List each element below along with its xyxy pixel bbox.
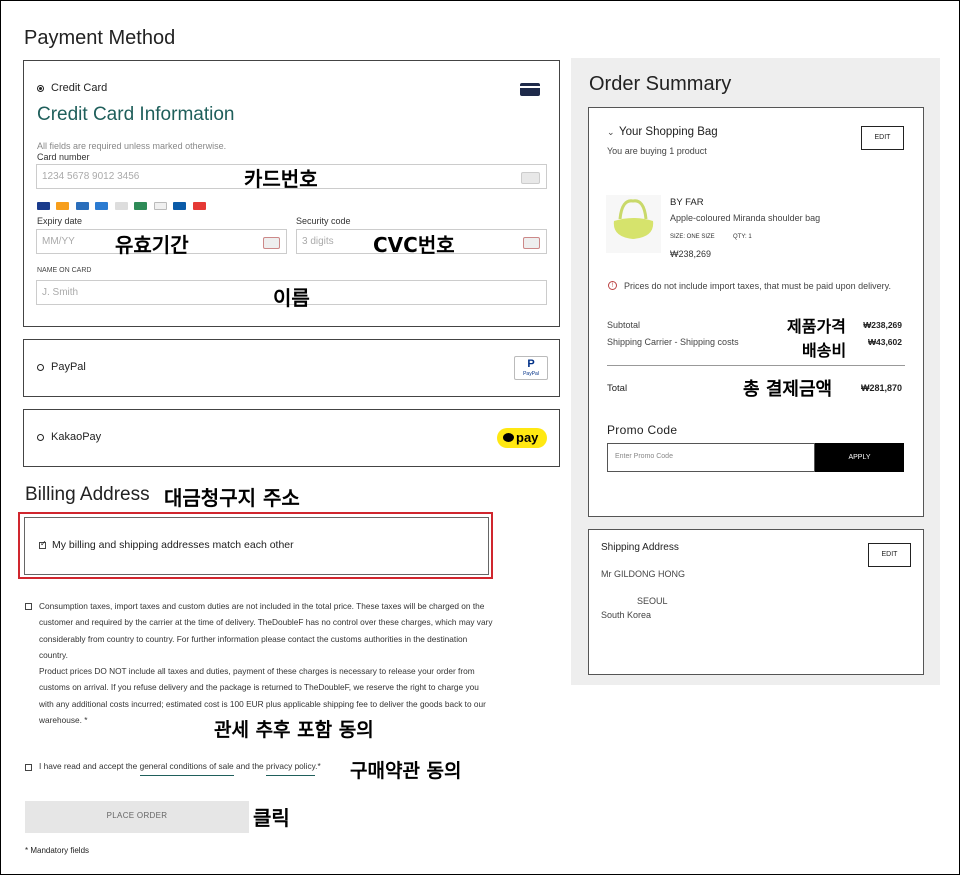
annotation-name: 이름 xyxy=(273,286,310,310)
unionpay-icon xyxy=(134,201,148,210)
shipping-address-panel: Shipping Address EDIT Mr GILDONG HONG SE… xyxy=(588,529,924,675)
terms-and: and the xyxy=(235,761,264,771)
credit-card-heading: Credit Card Information xyxy=(37,104,235,125)
credit-card-radio[interactable] xyxy=(37,85,44,92)
amex-icon xyxy=(75,201,89,210)
annotation-click: 클릭 xyxy=(253,806,290,830)
annotation-terms: 구매약관 동의 xyxy=(350,760,462,782)
payment-method-title: Payment Method xyxy=(24,27,176,49)
terms-prefix: I have read and accept the xyxy=(39,761,138,771)
calendar-card-icon xyxy=(263,237,280,249)
shipping-edit-button[interactable]: EDIT xyxy=(868,543,911,567)
paypal-logo-text: PayPal xyxy=(523,371,539,377)
paypal-p-icon: P xyxy=(527,358,535,370)
expiry-placeholder: MM/YY xyxy=(42,236,75,247)
paypal-radio[interactable] xyxy=(37,364,44,371)
annotation-cvc: CVC번호 xyxy=(373,233,455,257)
place-order-button[interactable]: PLACE ORDER xyxy=(25,801,249,833)
paypal-label[interactable]: PayPal xyxy=(51,361,86,373)
jcb-icon xyxy=(173,201,187,210)
paypal-panel[interactable]: PayPal P PayPal xyxy=(23,339,560,397)
tax-notice: Prices do not include import taxes, that… xyxy=(624,281,891,291)
chevron-down-icon[interactable]: ⌄ xyxy=(607,127,615,138)
annotation-customs: 관세 추후 포함 동의 xyxy=(214,719,374,741)
subtotal-label: Subtotal xyxy=(607,320,641,330)
expiry-label: Expiry date xyxy=(37,216,83,226)
annotation-product-price: 제품가격 xyxy=(787,317,846,336)
shipping-city: SEOUL xyxy=(637,596,668,606)
shipping-country: South Korea xyxy=(601,610,652,620)
product-bag-image[interactable] xyxy=(606,195,661,253)
annotation-card-number: 카드번호 xyxy=(244,167,318,191)
mastercard-icon xyxy=(56,201,70,210)
bag-subtitle: You are buying 1 product xyxy=(607,146,707,156)
credit-card-label[interactable]: Credit Card xyxy=(51,82,107,94)
shipping-label: Shipping Carrier - Shipping costs xyxy=(607,337,739,347)
product-size: SIZE: ONE SIZE xyxy=(670,234,715,240)
subtotal-value: ₩238,269 xyxy=(863,320,902,330)
security-code-placeholder: 3 digits xyxy=(302,236,334,247)
total-value: ₩281,870 xyxy=(860,383,902,393)
cvc-card-icon xyxy=(523,237,540,249)
security-code-label: Security code xyxy=(296,216,351,226)
billing-match-panel[interactable]: ✓ My billing and shipping addresses matc… xyxy=(24,517,489,575)
place-order-label: PLACE ORDER xyxy=(106,811,168,820)
billing-match-checkbox[interactable]: ✓ xyxy=(39,539,47,549)
shopping-bag-panel: ⌄ Your Shopping Bag You are buying 1 pro… xyxy=(588,107,924,517)
shipping-address-title: Shipping Address xyxy=(601,542,679,553)
visa-icon xyxy=(37,201,50,210)
required-note: All fields are required unless marked ot… xyxy=(37,141,227,151)
name-on-card-label: NAME ON CARD xyxy=(37,267,92,274)
mandatory-note: * Mandatory fields xyxy=(25,846,90,855)
annotation-shipping-fee: 배송비 xyxy=(802,341,847,360)
general-conditions-link[interactable]: general conditions of sale xyxy=(139,761,234,776)
kakaopay-logo: pay xyxy=(497,428,547,448)
kakaopay-radio[interactable] xyxy=(37,434,44,441)
taxes-text-paragraph-1: Consumption taxes, import taxes and cust… xyxy=(39,601,493,660)
kakaopay-logo-text: pay xyxy=(516,430,539,445)
product-price: ₩238,269 xyxy=(670,249,712,259)
bag-edit-button[interactable]: EDIT xyxy=(861,126,904,150)
bag-title[interactable]: Your Shopping Bag xyxy=(619,126,718,138)
maestro-icon xyxy=(95,201,109,210)
speech-bubble-icon xyxy=(503,433,514,442)
check-icon: ✓ xyxy=(40,539,47,548)
discover-icon xyxy=(153,201,167,210)
taxes-checkbox[interactable] xyxy=(25,603,32,610)
card-number-placeholder: 1234 5678 9012 3456 xyxy=(42,171,140,182)
billing-address-title: Billing Address xyxy=(25,484,150,505)
promo-placeholder: Enter Promo Code xyxy=(615,453,673,460)
mastercard-alt-icon xyxy=(192,201,206,210)
apply-button[interactable]: APPLY xyxy=(815,443,904,472)
diners-icon xyxy=(114,201,128,210)
card-generic-icon xyxy=(521,172,540,184)
product-name: Apple-coloured Miranda shoulder bag xyxy=(670,213,821,223)
total-divider xyxy=(607,365,905,366)
product-qty: QTY: 1 xyxy=(733,234,752,240)
order-summary-title: Order Summary xyxy=(589,73,732,95)
terms-text: I have read and accept the general condi… xyxy=(39,761,321,776)
name-on-card-placeholder: J. Smith xyxy=(42,287,79,298)
promo-code-input[interactable]: Enter Promo Code xyxy=(607,443,815,472)
privacy-policy-link[interactable]: privacy policy xyxy=(265,761,316,776)
credit-card-icon xyxy=(520,83,540,96)
total-label: Total xyxy=(607,383,628,394)
paypal-logo: P PayPal xyxy=(514,356,548,380)
kakaopay-panel[interactable]: KakaoPay pay xyxy=(23,409,560,467)
shipping-value: ₩43,602 xyxy=(867,337,902,347)
product-brand: BY FAR xyxy=(670,197,704,208)
kakaopay-label[interactable]: KakaoPay xyxy=(51,431,101,443)
terms-checkbox[interactable] xyxy=(25,764,32,771)
terms-suffix: .* xyxy=(315,761,321,771)
annotation-expiry: 유효기간 xyxy=(115,233,189,257)
annotation-total: 총 결제금액 xyxy=(743,379,833,400)
card-number-label: Card number xyxy=(37,152,90,162)
taxes-text: Consumption taxes, import taxes and cust… xyxy=(39,598,494,728)
promo-title: Promo Code xyxy=(607,423,678,437)
annotation-billing: 대금청구지 주소 xyxy=(164,486,300,510)
card-brand-logos xyxy=(37,197,208,215)
shipping-name: Mr GILDONG HONG xyxy=(601,569,686,579)
billing-match-label[interactable]: My billing and shipping addresses match … xyxy=(52,539,294,551)
